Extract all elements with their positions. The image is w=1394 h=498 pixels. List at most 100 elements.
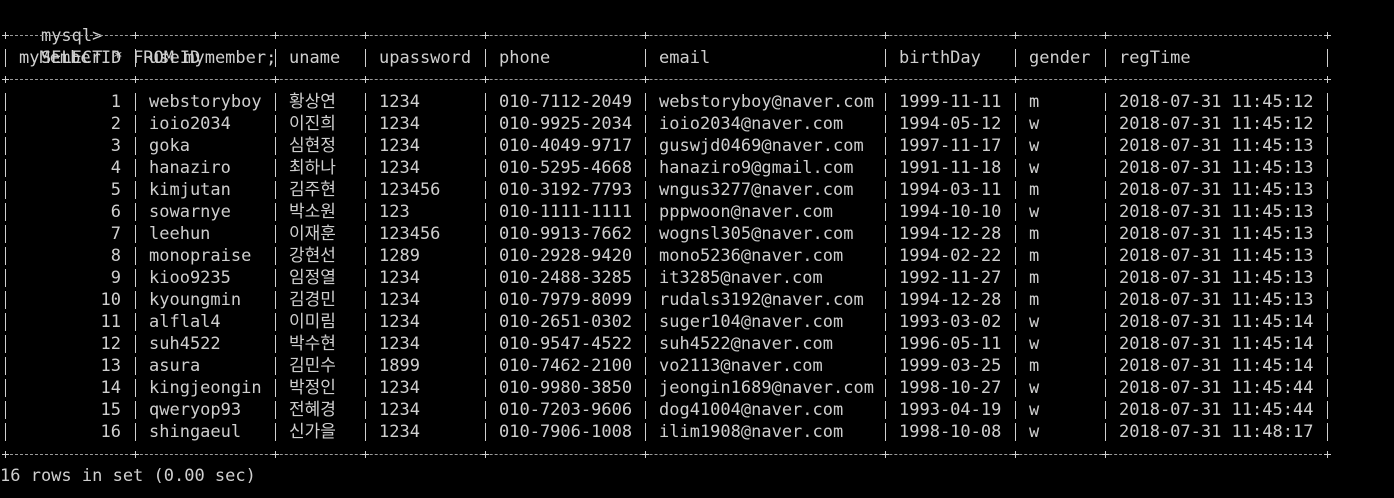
column-separator <box>135 379 136 397</box>
column-separator <box>485 269 486 287</box>
column-separator <box>1015 269 1016 287</box>
row-useid: webstoryboy <box>149 92 262 112</box>
row-id: 6 <box>110 202 121 222</box>
column-separator <box>885 137 886 155</box>
column-separator <box>5 137 6 155</box>
table-corner <box>1012 32 1019 39</box>
table-corner <box>1012 451 1019 458</box>
column-separator <box>1105 423 1106 441</box>
column-separator <box>645 401 646 419</box>
column-separator <box>645 379 646 397</box>
column-separator <box>885 401 886 419</box>
column-separator <box>275 115 276 133</box>
row-regtime: 2018-07-31 11:45:13 <box>1119 136 1314 156</box>
table-corner <box>362 32 369 39</box>
table-corner <box>2 76 9 83</box>
column-separator <box>645 313 646 331</box>
table-corner <box>882 451 889 458</box>
column-separator <box>365 181 366 199</box>
table-corner <box>882 32 889 39</box>
table-corner <box>1102 451 1109 458</box>
row-phone: 010-4049-9717 <box>499 136 633 156</box>
table-corner <box>272 32 279 39</box>
result-summary: 16 rows in set (0.00 sec) <box>0 466 256 486</box>
row-birthday: 1994-03-11 <box>899 180 1002 200</box>
table-corner <box>272 76 279 83</box>
row-password: 1234 <box>379 92 420 112</box>
column-separator <box>1015 357 1016 375</box>
column-separator <box>135 225 136 243</box>
column-separator <box>1327 313 1328 331</box>
column-separator <box>485 203 486 221</box>
row-regtime: 2018-07-31 11:45:12 <box>1119 92 1314 112</box>
row-regtime: 2018-07-31 11:45:14 <box>1119 356 1314 376</box>
table-corner <box>1102 76 1109 83</box>
row-phone: 010-9980-3850 <box>499 378 633 398</box>
column-separator <box>645 269 646 287</box>
row-password: 1234 <box>379 400 420 420</box>
row-gender: m <box>1029 268 1040 288</box>
column-separator <box>1327 137 1328 155</box>
row-regtime: 2018-07-31 11:45:44 <box>1119 378 1314 398</box>
column-separator <box>135 423 136 441</box>
row-uname: 박정인 <box>289 378 336 398</box>
column-separator <box>5 159 6 177</box>
column-separator <box>885 93 886 111</box>
column-separator <box>885 335 886 353</box>
column-separator <box>1015 159 1016 177</box>
column-separator <box>1105 49 1106 67</box>
row-gender: w <box>1029 158 1040 178</box>
row-uname: 김주현 <box>289 180 336 200</box>
row-birthday: 1994-12-28 <box>899 290 1002 310</box>
row-email: ilim1908@naver.com <box>659 422 844 442</box>
table-corner <box>362 451 369 458</box>
row-email: jeongin1689@naver.com <box>659 378 874 398</box>
row-email: wognsl305@naver.com <box>659 224 854 244</box>
row-gender: w <box>1029 136 1040 156</box>
column-separator <box>885 49 886 67</box>
row-gender: w <box>1029 334 1040 354</box>
column-separator <box>1105 357 1106 375</box>
column-separator <box>485 401 486 419</box>
column-separator <box>5 225 6 243</box>
row-gender: m <box>1029 246 1040 266</box>
row-uname: 최하나 <box>289 158 336 178</box>
column-separator <box>485 137 486 155</box>
column-separator <box>365 357 366 375</box>
row-useid: leehun <box>149 224 211 244</box>
column-separator <box>1327 269 1328 287</box>
row-regtime: 2018-07-31 11:45:13 <box>1119 246 1314 266</box>
column-header: gender <box>1029 48 1091 68</box>
row-useid: kioo9235 <box>149 268 231 288</box>
row-id: 11 <box>100 312 121 332</box>
row-useid: hanaziro <box>149 158 231 178</box>
column-header: upassword <box>379 48 472 68</box>
column-separator <box>275 379 276 397</box>
column-separator <box>885 159 886 177</box>
row-phone: 010-1111-1111 <box>499 202 633 222</box>
column-separator <box>1015 423 1016 441</box>
column-separator <box>365 247 366 265</box>
column-separator <box>1105 291 1106 309</box>
column-separator <box>275 93 276 111</box>
column-separator <box>5 115 6 133</box>
column-separator <box>485 313 486 331</box>
row-phone: 010-9547-4522 <box>499 334 633 354</box>
row-email: suh4522@naver.com <box>659 334 833 354</box>
column-separator <box>485 247 486 265</box>
row-email: rudals3192@naver.com <box>659 290 864 310</box>
row-id: 15 <box>100 400 121 420</box>
column-separator <box>1015 225 1016 243</box>
row-id: 13 <box>100 356 121 376</box>
command-line: mysql> SELECT * FROM mymember; <box>0 3 276 68</box>
row-birthday: 1991-11-18 <box>899 158 1002 178</box>
column-separator <box>1327 159 1328 177</box>
row-uname: 김민수 <box>289 356 336 376</box>
table-corner <box>642 76 649 83</box>
column-separator <box>275 269 276 287</box>
row-email: hanaziro9@gmail.com <box>659 158 854 178</box>
row-password: 1234 <box>379 290 420 310</box>
column-separator <box>365 313 366 331</box>
row-id: 2 <box>110 114 121 134</box>
column-separator <box>1015 313 1016 331</box>
